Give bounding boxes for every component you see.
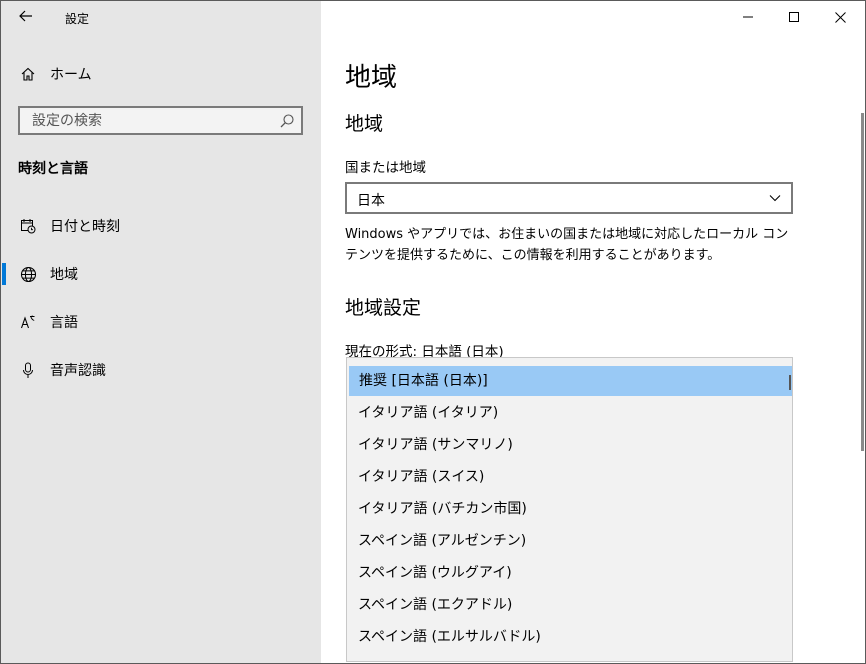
page-title: 地域 (345, 63, 398, 93)
format-heading: 地域設定 (345, 297, 422, 319)
selected-indicator (2, 263, 6, 285)
sidebar-item-label: 日付と時刻 (50, 219, 120, 235)
search-icon[interactable] (279, 113, 295, 129)
minimize-icon (743, 16, 753, 18)
chevron-down-icon (769, 195, 781, 202)
dropdown-scrollbar-thumb[interactable] (789, 375, 791, 390)
country-dropdown[interactable]: 日本 (345, 182, 793, 214)
format-option[interactable]: イタリア語 (スイス) (347, 461, 792, 493)
home-label: ホーム (50, 67, 92, 83)
minimize-button[interactable] (725, 1, 771, 33)
sidebar-item-region[interactable]: 地域 (18, 264, 78, 284)
format-option[interactable]: スペイン語 (エクアドル) (347, 589, 792, 621)
globe-icon (18, 264, 38, 284)
format-option[interactable]: スペイン語 (エルサルバドル) (347, 621, 792, 653)
sidebar-item-label: 地域 (50, 267, 78, 283)
app-title: 設定 (65, 12, 90, 26)
sidebar-item-speech[interactable]: 音声認識 (18, 360, 106, 380)
format-option[interactable]: スペイン語 (アルゼンチン) (347, 525, 792, 557)
sidebar-item-language[interactable]: 言語 (18, 312, 78, 332)
page-scrollbar[interactable] (861, 113, 864, 451)
language-icon (18, 312, 38, 332)
calendar-clock-icon (18, 216, 38, 236)
format-option-selected[interactable]: 推奨 [日本語 (日本)] (349, 366, 792, 396)
sidebar-item-date-time[interactable]: 日付と時刻 (18, 216, 120, 236)
back-button[interactable] (15, 7, 37, 27)
home-link[interactable]: ホーム (18, 64, 92, 84)
country-value: 日本 (357, 193, 385, 209)
format-dropdown-list[interactable]: 推奨 [日本語 (日本)] イタリア語 (イタリア) イタリア語 (サンマリノ)… (346, 357, 793, 662)
maximize-button[interactable] (771, 1, 817, 33)
search-input[interactable] (30, 112, 274, 130)
home-icon (18, 64, 38, 84)
sidebar-item-label: 言語 (50, 315, 78, 331)
format-option[interactable]: イタリア語 (バチカン市国) (347, 493, 792, 525)
region-heading: 地域 (345, 113, 384, 135)
close-button[interactable] (817, 1, 863, 33)
sidebar-item-label: 音声認識 (50, 363, 106, 379)
section-title: 時刻と言語 (18, 161, 88, 177)
country-label: 国または地域 (345, 160, 426, 176)
close-icon (834, 11, 846, 23)
settings-search[interactable] (18, 106, 303, 135)
maximize-icon (789, 12, 799, 22)
sidebar: 設定 ホーム 時刻と言語 日付と時刻 地域 (1, 1, 321, 663)
microphone-icon (18, 360, 38, 380)
format-option[interactable]: イタリア語 (サンマリノ) (347, 429, 792, 461)
region-description: Windows やアプリでは、お住まいの国または地域に対応したローカル コンテン… (345, 227, 789, 263)
format-option[interactable]: イタリア語 (イタリア) (347, 397, 792, 429)
settings-window: 設定 ホーム 時刻と言語 日付と時刻 地域 (0, 0, 866, 664)
back-arrow-icon (19, 10, 32, 22)
format-option[interactable]: スペイン語 (ウルグアイ) (347, 557, 792, 589)
